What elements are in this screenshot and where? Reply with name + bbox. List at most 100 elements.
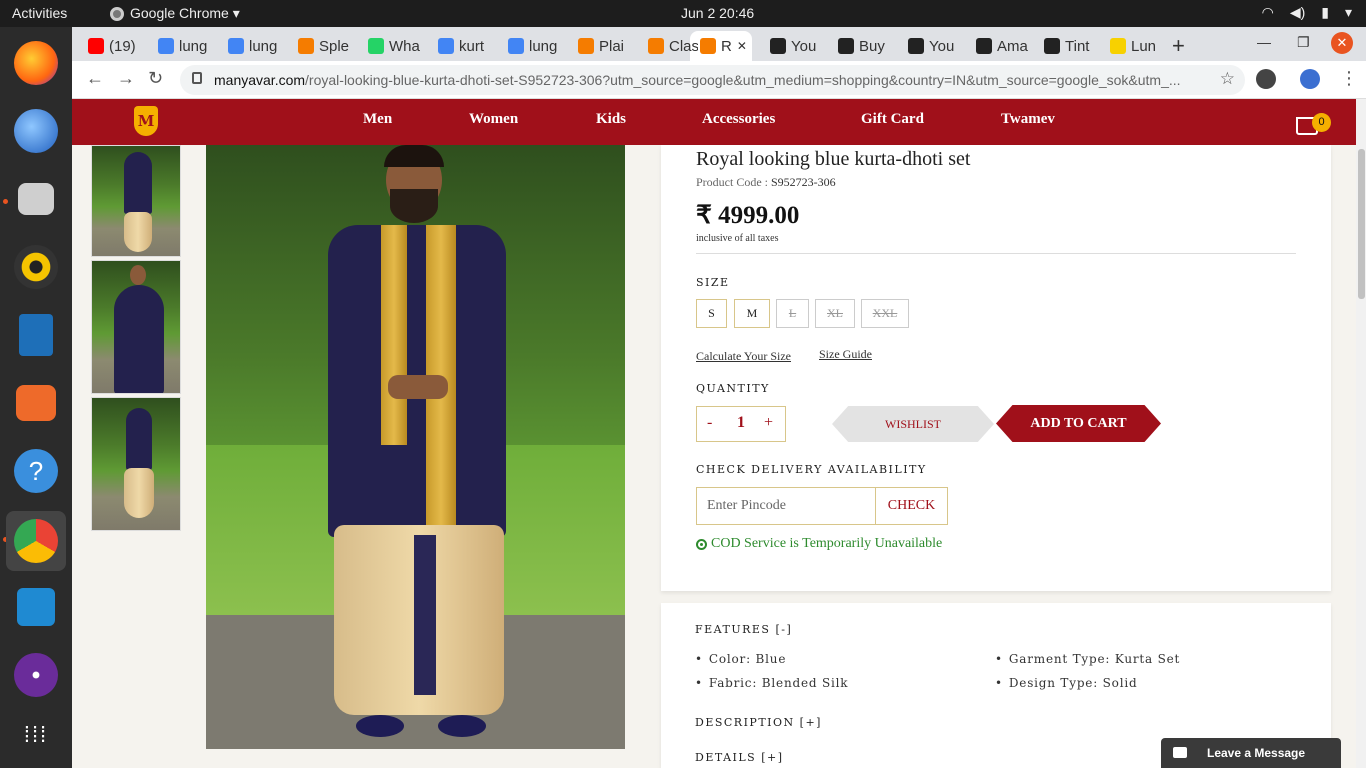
show-applications-button[interactable]: ⁞⁞⁞ xyxy=(10,709,62,761)
add-to-cart-button[interactable]: ADD TO CART xyxy=(996,405,1161,442)
rhythmbox-icon xyxy=(14,245,58,289)
thumbnail-3[interactable] xyxy=(91,397,181,531)
maximize-button[interactable]: ❐ xyxy=(1297,34,1310,51)
volume-icon: ◀) xyxy=(1289,4,1306,20)
calculate-size-link[interactable]: Calculate Your Size xyxy=(696,349,791,364)
tab-label: lung xyxy=(249,37,278,55)
minimize-button[interactable]: — xyxy=(1257,34,1271,50)
chrome-menu-icon[interactable]: ⋮ xyxy=(1340,68,1358,89)
tab-label: Sple xyxy=(319,37,350,55)
thumbnail-figure xyxy=(124,212,152,252)
url-path: /royal-looking-blue-kurta-dhoti-set-S952… xyxy=(305,72,1181,88)
page-scrollbar[interactable] xyxy=(1356,99,1366,768)
chrome-icon xyxy=(110,6,124,21)
thumbnail-figure xyxy=(130,265,146,285)
dock-vscode[interactable] xyxy=(10,581,62,633)
firefox-icon xyxy=(14,41,58,85)
dock-chrome[interactable] xyxy=(6,511,66,571)
thumbnail-figure xyxy=(126,408,152,470)
clock[interactable]: Jun 2 20:46 xyxy=(681,5,754,21)
pincode-input[interactable] xyxy=(697,488,875,524)
reload-button[interactable]: ↻ xyxy=(148,68,163,89)
activities-button[interactable]: Activities xyxy=(12,5,67,21)
ubuntu-dock: ? ⁞⁞⁞ xyxy=(0,27,72,768)
tab-strip: Lun Tint Ama You Buy You R ✕ Clas Plai lung kurt Wha… xyxy=(72,27,1366,61)
nav-kids[interactable]: Kids xyxy=(596,111,626,128)
main-product-image[interactable] xyxy=(206,145,625,749)
tab-label: Plai xyxy=(599,37,625,55)
manyavar-logo[interactable]: M xyxy=(134,106,158,136)
browser-tab[interactable]: You xyxy=(898,31,962,61)
browser-tab[interactable]: (19) xyxy=(78,31,140,61)
browser-tab[interactable]: lung xyxy=(218,31,286,61)
quantity-decrease-button[interactable]: - xyxy=(707,414,712,432)
features-heading[interactable]: FEATURES [-] xyxy=(695,623,792,636)
cod-status-text: COD Service is Temporarily Unavailable xyxy=(711,536,943,551)
details-heading[interactable]: DETAILS [+] xyxy=(695,751,784,764)
nav-twamev[interactable]: Twamev xyxy=(1001,111,1055,128)
quantity-value[interactable]: 1 xyxy=(737,414,745,432)
bookmark-star-icon[interactable]: ☆ xyxy=(1220,69,1235,89)
check-pincode-button[interactable]: CHECK xyxy=(875,488,947,524)
size-option-m[interactable]: M xyxy=(734,299,770,328)
thumbnail-figure xyxy=(124,152,152,214)
google-icon xyxy=(228,38,244,54)
dock-firefox[interactable] xyxy=(10,37,62,89)
google-icon xyxy=(158,38,174,54)
browser-tab[interactable]: Ama xyxy=(966,31,1030,61)
profile-avatar[interactable] xyxy=(1300,69,1320,89)
browser-tab[interactable]: Wha xyxy=(358,31,426,61)
thunderbird-icon xyxy=(14,109,58,153)
scrollbar-thumb[interactable] xyxy=(1358,149,1365,299)
back-button[interactable]: ← xyxy=(86,68,104,89)
nav-accessories[interactable]: Accessories xyxy=(702,111,775,128)
dock-thunderbird[interactable] xyxy=(10,105,62,157)
dock-files[interactable] xyxy=(10,173,62,225)
size-option-xxl: XXL xyxy=(861,299,909,328)
thumbnail-1[interactable] xyxy=(91,145,181,257)
size-option-xl: XL xyxy=(815,299,855,328)
browser-tab[interactable]: R ✕ xyxy=(690,31,752,61)
browser-tab[interactable]: Buy xyxy=(828,31,892,61)
browser-tab[interactable]: You xyxy=(760,31,824,61)
browser-tab[interactable]: Clas xyxy=(638,31,698,61)
extension-icon[interactable] xyxy=(1256,69,1276,89)
browser-tab[interactable]: lung xyxy=(498,31,566,61)
description-heading[interactable]: DESCRIPTION [+] xyxy=(695,716,822,729)
browser-tab[interactable]: kurt xyxy=(428,31,496,61)
tab-label: Tint xyxy=(1065,37,1090,55)
nav-women[interactable]: Women xyxy=(469,111,518,128)
browser-tab[interactable]: Lun xyxy=(1100,31,1166,61)
browser-tab[interactable]: Tint xyxy=(1034,31,1098,61)
dock-help[interactable]: ? xyxy=(10,445,62,497)
tab-label: kurt xyxy=(459,37,485,55)
right-shoe xyxy=(438,715,486,737)
dock-podcast[interactable] xyxy=(10,649,62,701)
dock-software[interactable] xyxy=(10,377,62,429)
dock-writer[interactable] xyxy=(10,309,62,361)
browser-tab[interactable]: Plai xyxy=(568,31,636,61)
close-window-button[interactable]: ✕ xyxy=(1331,32,1353,54)
whatsapp-icon xyxy=(368,38,384,54)
nav-gift-card[interactable]: Gift Card xyxy=(861,111,924,128)
size-guide-link[interactable]: Size Guide xyxy=(819,347,872,362)
system-tray[interactable]: ◠ ◀) ▮ ▾ xyxy=(1262,4,1352,21)
close-tab-icon[interactable]: ✕ xyxy=(737,39,747,53)
quantity-increase-button[interactable]: + xyxy=(764,414,773,432)
leave-message-widget[interactable]: Leave a Message xyxy=(1161,738,1341,768)
dock-rhythmbox[interactable] xyxy=(10,241,62,293)
app-menu[interactable]: Google Chrome ▾ xyxy=(110,5,240,22)
forward-button[interactable]: → xyxy=(117,68,135,89)
browser-tab[interactable]: lung xyxy=(148,31,216,61)
thumbnail-figure xyxy=(124,468,154,518)
amazon-icon xyxy=(770,38,786,54)
url-host: manyavar.com xyxy=(214,72,306,88)
thumbnail-2[interactable] xyxy=(91,260,181,394)
size-option-s[interactable]: S xyxy=(696,299,727,328)
new-tab-button[interactable]: + xyxy=(1172,33,1185,59)
tab-label: lung xyxy=(179,37,208,55)
wishlist-button[interactable]: WISHLIST xyxy=(832,406,994,442)
browser-tab[interactable]: Sple xyxy=(288,31,356,61)
address-bar[interactable]: manyavar.com/royal-looking-blue-kurta-dh… xyxy=(180,65,1245,95)
nav-men[interactable]: Men xyxy=(363,111,392,128)
